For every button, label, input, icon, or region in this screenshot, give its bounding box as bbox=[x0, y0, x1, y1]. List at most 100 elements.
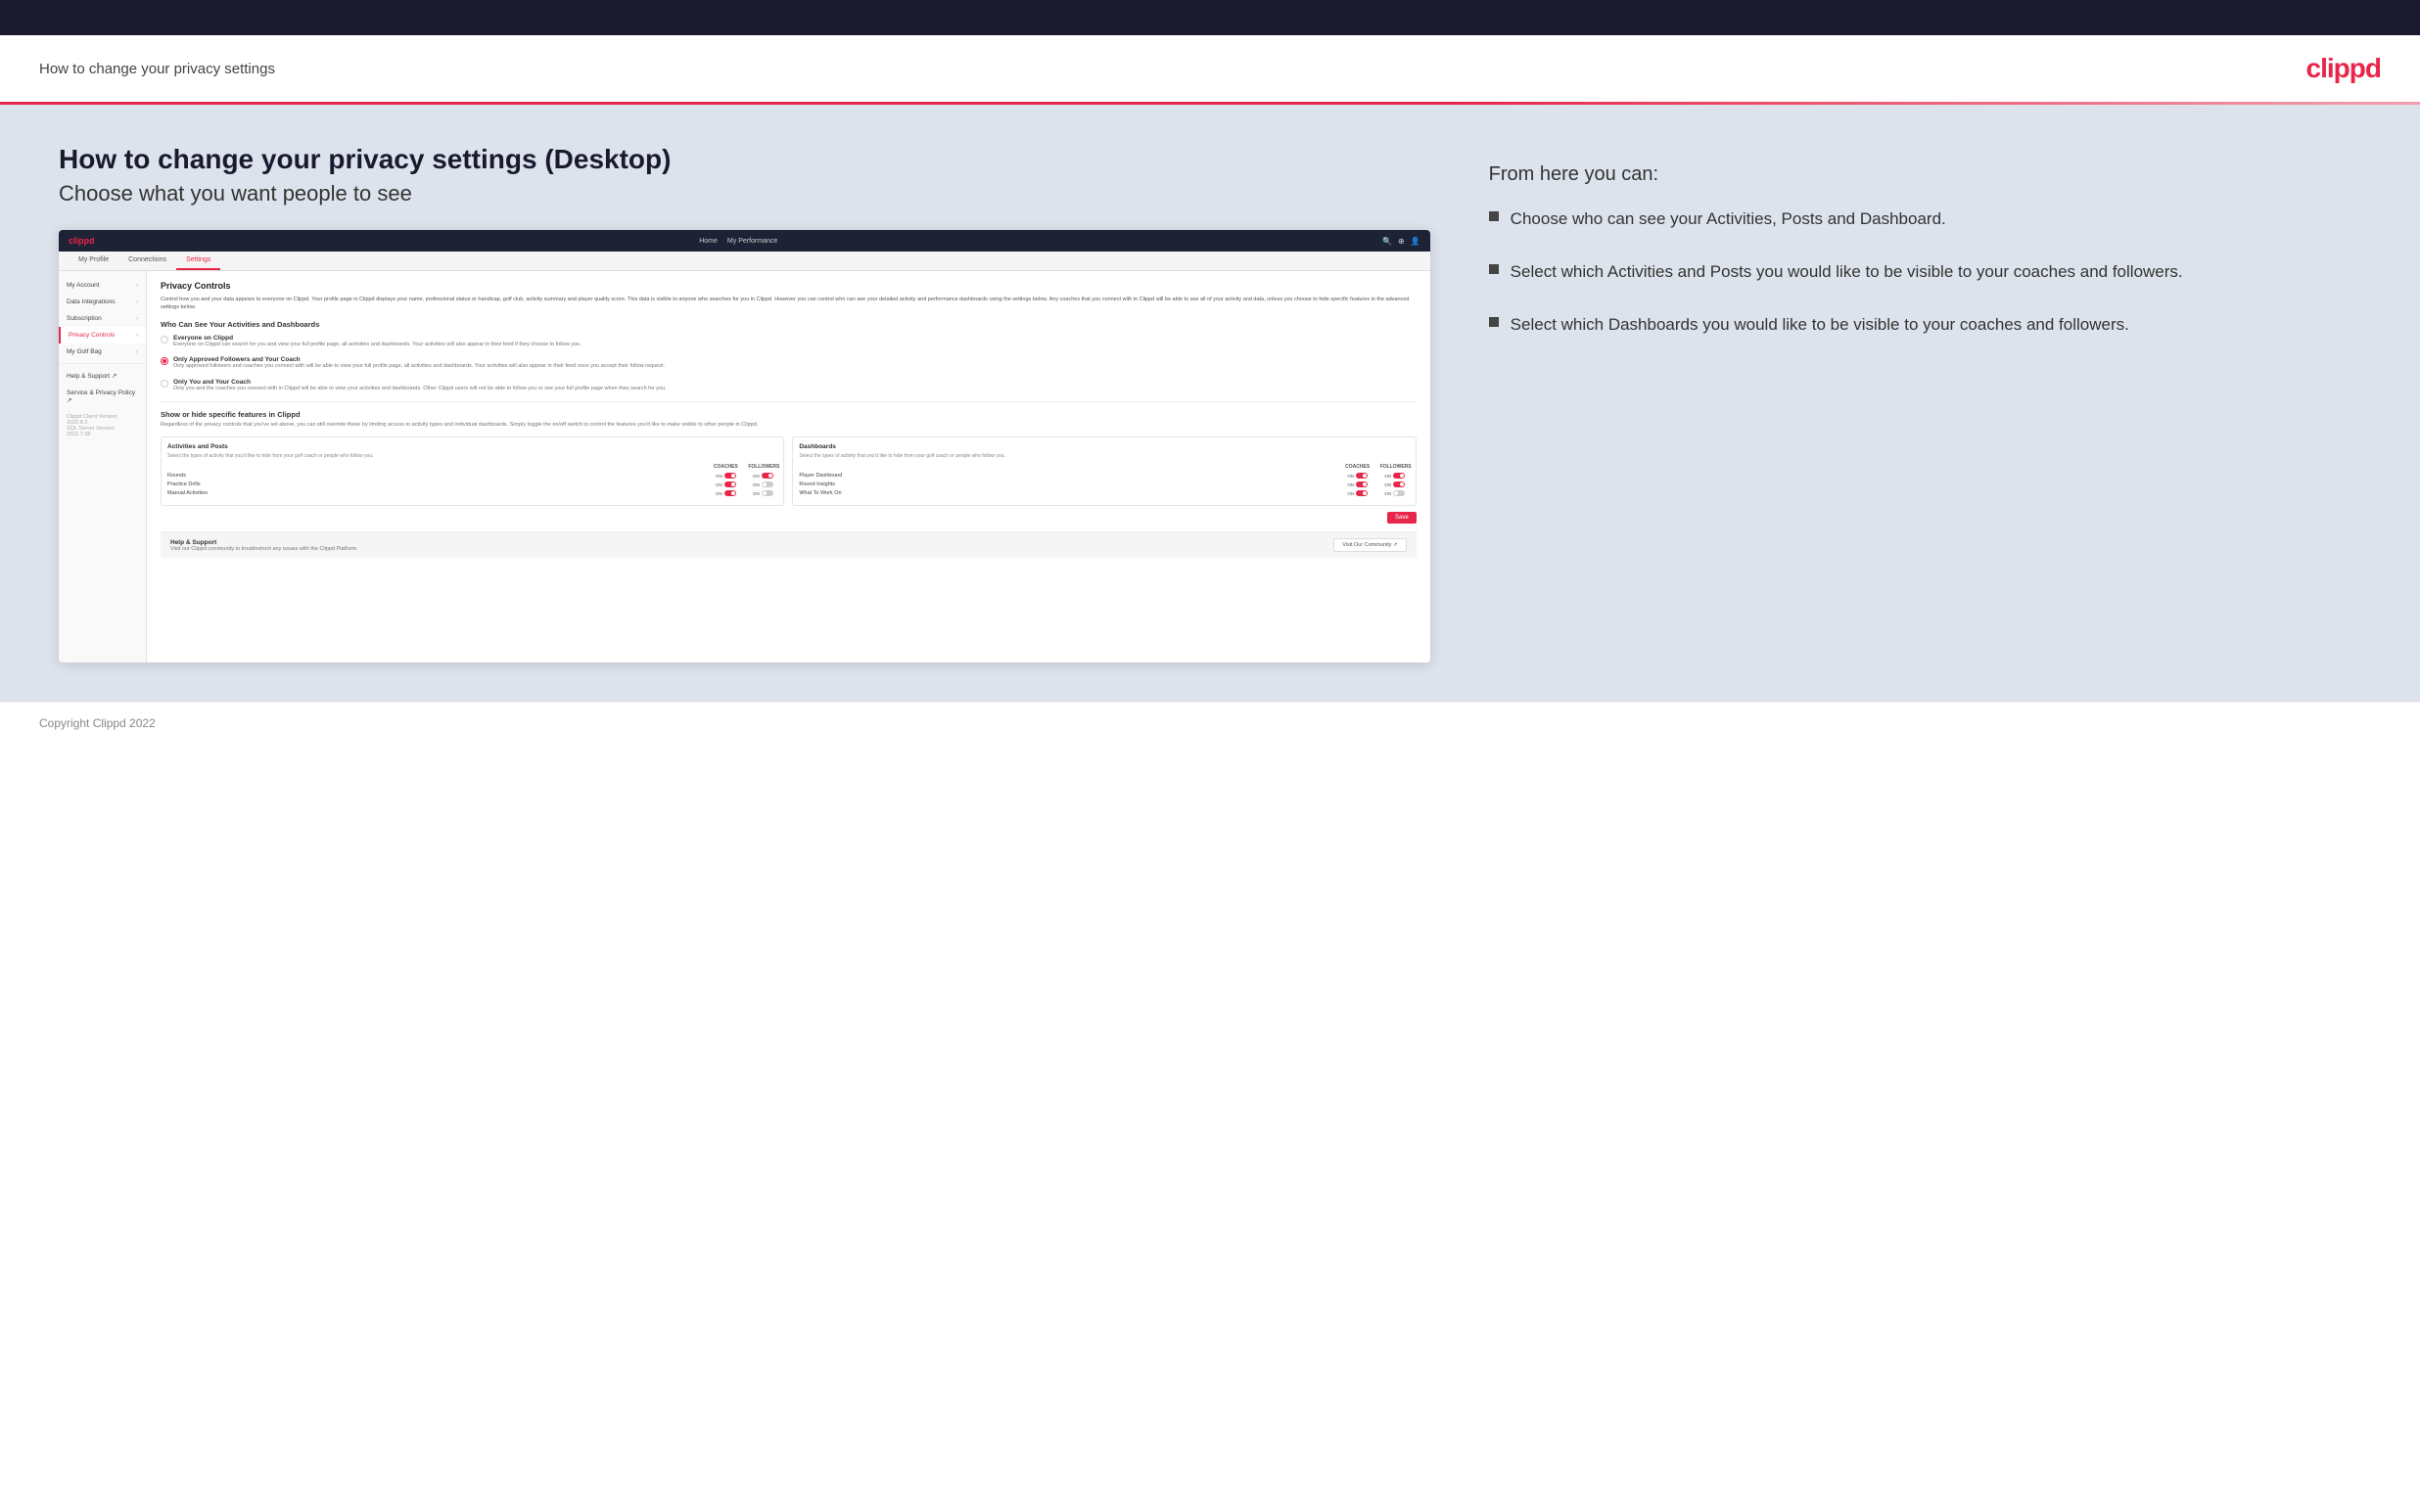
help-text-block: Help & Support Visit our Clippd communit… bbox=[170, 539, 358, 552]
radio-circle-approved-followers[interactable] bbox=[161, 357, 168, 365]
bullet-item-3: Select which Dashboards you would like t… bbox=[1489, 313, 2361, 337]
app-sidebar: My Account › Data Integrations › Subscri… bbox=[59, 271, 147, 663]
activities-row-practice-drills: Practice Drills ON ON bbox=[167, 481, 777, 487]
player-coaches-toggle[interactable] bbox=[1356, 473, 1368, 479]
sidebar-label-my-golf-bag: My Golf Bag bbox=[67, 348, 102, 355]
app-nav: clippd Home My Performance 🔍 ⊕ 👤 bbox=[59, 230, 1430, 252]
player-dashboard-coaches-toggle-group: ON bbox=[1343, 473, 1373, 479]
what-to-work-on-followers-toggle[interactable] bbox=[1393, 490, 1405, 496]
sidebar-item-my-golf-bag[interactable]: My Golf Bag › bbox=[59, 344, 146, 360]
visit-community-button[interactable]: Visit Our Community ↗ bbox=[1333, 538, 1406, 552]
sidebar-item-my-account[interactable]: My Account › bbox=[59, 277, 146, 294]
activities-table-header: COACHES FOLLOWERS bbox=[167, 464, 777, 470]
radio-label-approved-followers: Only Approved Followers and Your Coach bbox=[173, 356, 665, 363]
bullet-square-2 bbox=[1489, 264, 1499, 274]
what-to-work-on-toggles: ON ON bbox=[1343, 490, 1410, 496]
sidebar-divider bbox=[59, 363, 146, 364]
dashboards-row-what-to-work-on: What To Work On ON ON bbox=[799, 490, 1409, 496]
tab-settings[interactable]: Settings bbox=[176, 252, 220, 270]
sidebar-label-privacy-controls: Privacy Controls bbox=[69, 332, 115, 339]
manual-coaches-toggle[interactable] bbox=[724, 490, 736, 496]
radio-circle-only-you-coach[interactable] bbox=[161, 380, 168, 388]
manual-followers-toggle-group: ON bbox=[748, 490, 777, 496]
dashboards-card: Dashboards Select the types of activity … bbox=[792, 436, 1416, 506]
radio-circle-everyone[interactable] bbox=[161, 336, 168, 344]
sidebar-label-subscription: Subscription bbox=[67, 315, 102, 322]
app-screenshot: clippd Home My Performance 🔍 ⊕ 👤 My Prof… bbox=[59, 230, 1430, 663]
tab-my-profile[interactable]: My Profile bbox=[69, 252, 118, 270]
header: How to change your privacy settings clip… bbox=[0, 35, 2420, 102]
sidebar-item-privacy-controls[interactable]: Privacy Controls › bbox=[59, 327, 146, 344]
rounds-followers-toggle-group: ON bbox=[748, 473, 777, 479]
radio-approved-followers: Only Approved Followers and Your Coach O… bbox=[161, 356, 1417, 371]
nav-link-performance: My Performance bbox=[727, 238, 777, 245]
features-grid: Activities and Posts Select the types of… bbox=[161, 436, 1417, 506]
round-insights-coaches-toggle[interactable] bbox=[1356, 481, 1368, 487]
rounds-coaches-toggle[interactable] bbox=[724, 473, 736, 479]
bullet-text-1: Choose who can see your Activities, Post… bbox=[1511, 207, 1946, 231]
features-title: Show or hide specific features in Clippd bbox=[161, 410, 1417, 419]
logo: clippd bbox=[2306, 53, 2381, 84]
chevron-icon-my-golf-bag: › bbox=[136, 349, 138, 355]
chevron-icon-subscription: › bbox=[136, 316, 138, 322]
dashboards-coaches-col: COACHES bbox=[1343, 464, 1373, 470]
help-row: Help & Support Visit our Clippd communit… bbox=[161, 531, 1417, 558]
round-insights-followers-on-label: ON bbox=[1384, 482, 1391, 487]
bullet-list: Choose who can see your Activities, Post… bbox=[1489, 207, 2361, 336]
tab-connections[interactable]: Connections bbox=[118, 252, 176, 270]
dashboards-card-title: Dashboards bbox=[799, 443, 1409, 450]
sidebar-item-data-integrations[interactable]: Data Integrations › bbox=[59, 294, 146, 310]
activities-row-manual: Manual Activities ON ON bbox=[167, 490, 777, 496]
app-body: My Account › Data Integrations › Subscri… bbox=[59, 271, 1430, 663]
round-insights-toggles: ON ON bbox=[1343, 481, 1410, 487]
radio-desc-only-you-coach: Only you and the coaches you connect wit… bbox=[173, 386, 667, 393]
features-divider bbox=[161, 401, 1417, 402]
page-heading: How to change your privacy settings (Des… bbox=[59, 144, 1430, 175]
what-to-work-on-coaches-toggle[interactable] bbox=[1356, 490, 1368, 496]
practice-drills-followers-toggle[interactable] bbox=[762, 481, 773, 487]
sidebar-item-subscription[interactable]: Subscription › bbox=[59, 310, 146, 327]
app-nav-logo: clippd bbox=[69, 236, 95, 246]
what-to-work-on-followers-toggle-group: ON bbox=[1380, 490, 1410, 496]
chevron-icon-data-integrations: › bbox=[136, 299, 138, 305]
practice-drills-coaches-toggle-group: ON bbox=[711, 481, 740, 487]
help-desc: Visit our Clippd community to troublesho… bbox=[170, 546, 358, 552]
rounds-followers-toggle[interactable] bbox=[762, 473, 773, 479]
avatar-icon: 👤 bbox=[1411, 237, 1420, 246]
privacy-controls-title: Privacy Controls bbox=[161, 281, 1417, 291]
activities-card-title: Activities and Posts bbox=[167, 443, 777, 450]
activities-card-desc: Select the types of activity that you'd … bbox=[167, 453, 777, 459]
round-insights-followers-toggle[interactable] bbox=[1393, 481, 1405, 487]
activities-card: Activities and Posts Select the types of… bbox=[161, 436, 784, 506]
sidebar-label-my-account: My Account bbox=[67, 282, 100, 289]
player-followers-on-label: ON bbox=[1384, 474, 1391, 479]
bullet-square-3 bbox=[1489, 317, 1499, 327]
nav-link-home: Home bbox=[699, 238, 718, 245]
page-subheading: Choose what you want people to see bbox=[59, 181, 1430, 206]
activities-row-rounds: Rounds ON ON bbox=[167, 473, 777, 479]
who-can-see-heading: Who Can See Your Activities and Dashboar… bbox=[161, 320, 1417, 329]
search-icon: 🔍 bbox=[1382, 237, 1392, 246]
manual-followers-toggle[interactable] bbox=[762, 490, 773, 496]
manual-coaches-toggle-group: ON bbox=[711, 490, 740, 496]
rounds-followers-on-label: ON bbox=[753, 474, 760, 479]
radio-label-everyone: Everyone on Clippd bbox=[173, 335, 582, 342]
app-nav-icons: 🔍 ⊕ 👤 bbox=[1382, 237, 1420, 246]
player-coaches-on-label: ON bbox=[1347, 474, 1354, 479]
sidebar-item-help-support[interactable]: Help & Support ↗ bbox=[59, 367, 146, 385]
practice-drills-coaches-toggle[interactable] bbox=[724, 481, 736, 487]
privacy-controls-desc: Control how you and your data appears to… bbox=[161, 296, 1417, 312]
save-row: Save bbox=[161, 512, 1417, 524]
chevron-icon-privacy-controls: › bbox=[136, 333, 138, 339]
sidebar-item-service-privacy[interactable]: Service & Privacy Policy ↗ bbox=[59, 385, 146, 409]
player-dashboard-label: Player Dashboard bbox=[799, 473, 1342, 479]
bullet-text-3: Select which Dashboards you would like t… bbox=[1511, 313, 2129, 337]
dashboards-table-header: COACHES FOLLOWERS bbox=[799, 464, 1409, 470]
what-to-work-on-label: What To Work On bbox=[799, 490, 1342, 496]
save-button[interactable]: Save bbox=[1387, 512, 1417, 524]
features-desc: Regardless of the privacy controls that … bbox=[161, 422, 1417, 430]
manual-activities-toggles: ON ON bbox=[711, 490, 777, 496]
practice-drills-followers-toggle-group: ON bbox=[748, 481, 777, 487]
practice-drills-label: Practice Drills bbox=[167, 481, 711, 487]
player-followers-toggle[interactable] bbox=[1393, 473, 1405, 479]
